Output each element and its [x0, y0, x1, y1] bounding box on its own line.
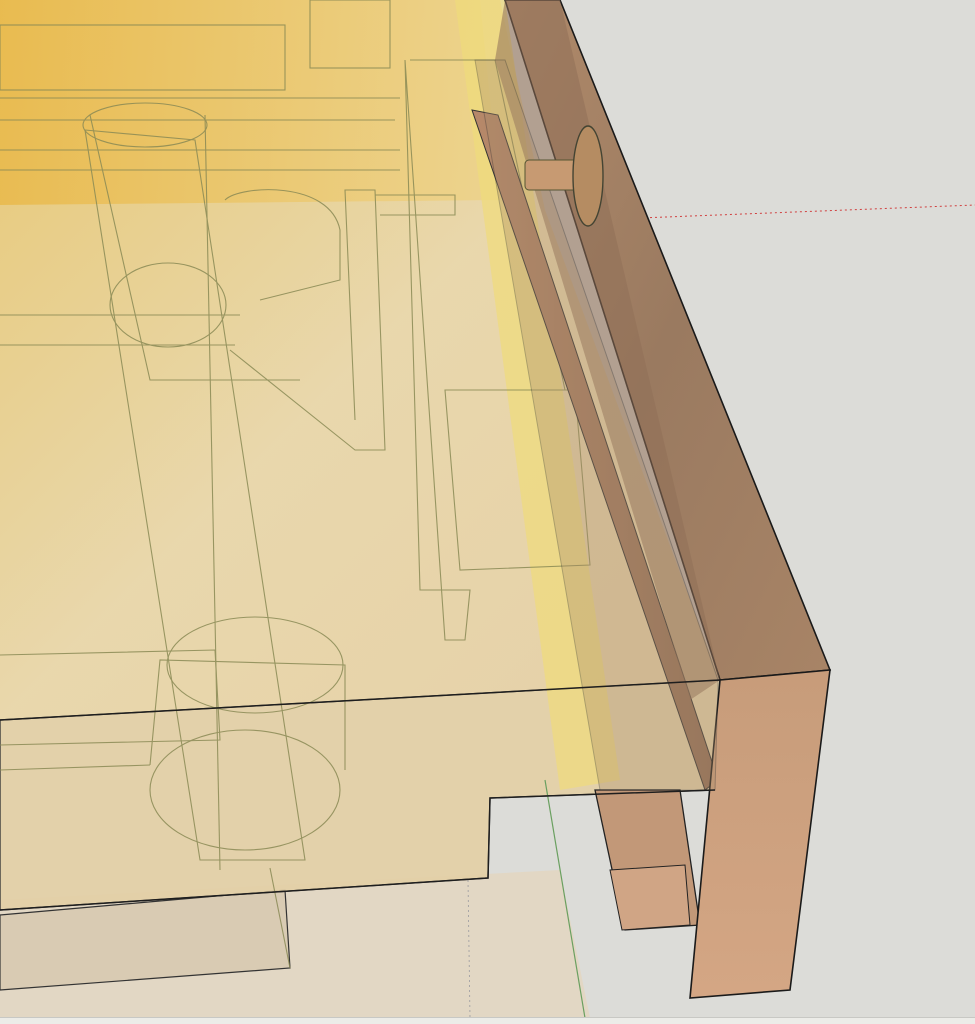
plywood-body-top-upper — [0, 0, 500, 205]
knob-shaft — [524, 159, 581, 191]
modeling-viewport[interactable] — [0, 0, 975, 1024]
status-bar — [0, 1017, 975, 1024]
knob-icon[interactable] — [572, 125, 604, 227]
lower-rail-block-face — [609, 864, 691, 931]
3d-model-canvas[interactable] — [0, 0, 975, 1024]
